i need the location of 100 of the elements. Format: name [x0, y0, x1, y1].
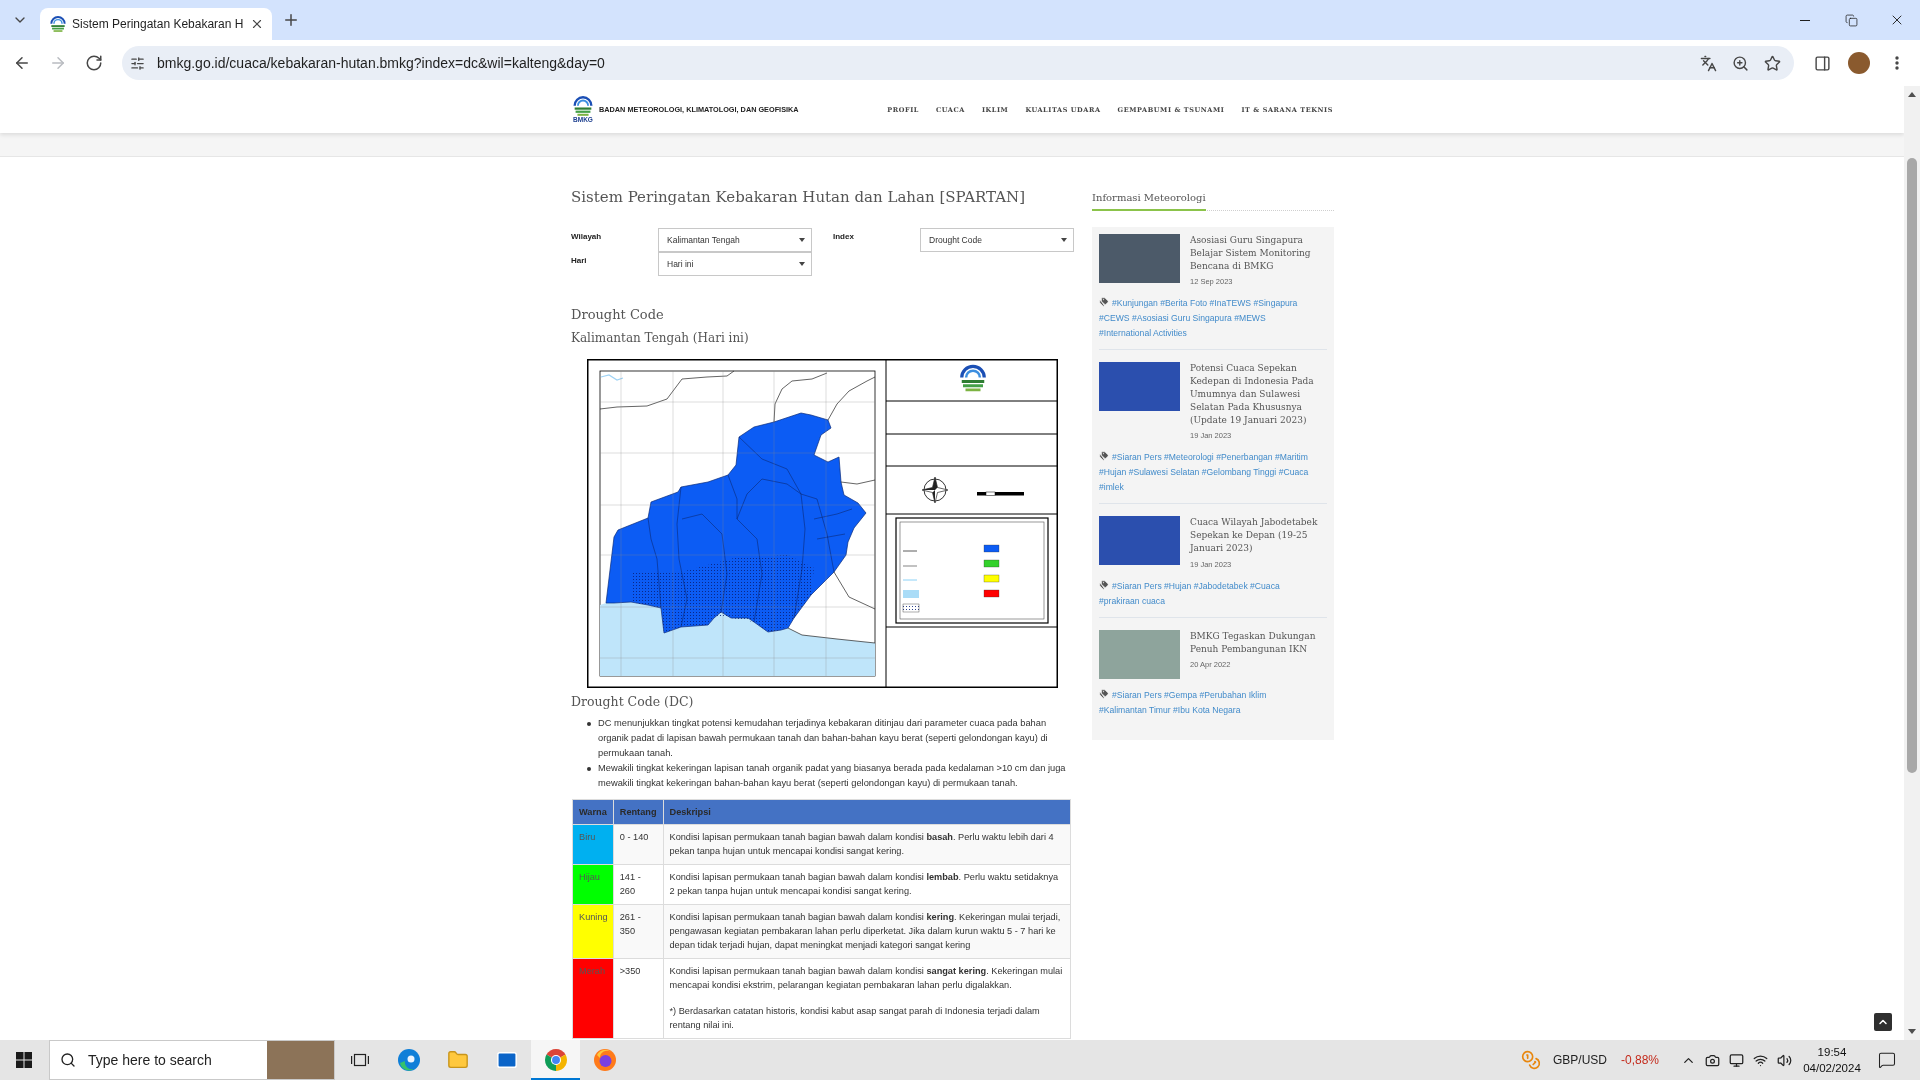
- tag-link[interactable]: #International Activities: [1099, 328, 1187, 339]
- bullet-icon: [587, 722, 591, 726]
- mail-icon: [495, 1049, 518, 1071]
- dropdown-select[interactable]: Kalimantan Tengah: [658, 228, 812, 252]
- volume-icon: [1776, 1052, 1792, 1068]
- article-title-link[interactable]: BMKG Tegaskan Dukungan Penuh Pembangunan IKN: [1190, 629, 1327, 656]
- tag-link[interactable]: #Meteorologi: [1164, 452, 1214, 463]
- bullet-icon: [587, 767, 591, 771]
- coins-icon: [1520, 1050, 1541, 1070]
- color-cell: Kuning: [572, 904, 614, 959]
- tags-icon: [1099, 451, 1109, 462]
- tag-link[interactable]: #MEWS: [1234, 313, 1266, 324]
- address-bar[interactable]: bmkg.go.id/cuaca/kebakaran-hutan.bmkg?index=dc&wil=kalteng&day=0: [122, 46, 1794, 80]
- article-title-link[interactable]: Asosiasi Guru Singapura Belajar Sistem Monitoring Bencana di BMKG: [1190, 234, 1327, 273]
- message-icon: [1878, 1051, 1896, 1069]
- color-cell: Merah: [572, 958, 614, 1039]
- tag-link[interactable]: #Jabodetabek: [1193, 580, 1248, 591]
- logo-icon: [572, 96, 594, 116]
- tag-link[interactable]: #imlek: [1099, 482, 1124, 493]
- windows-logo-icon: [16, 1052, 32, 1068]
- table-cell: >350: [613, 958, 663, 1039]
- color-cell: Hijau: [572, 864, 614, 905]
- tag-link[interactable]: #Gelombang Tinggi: [1201, 467, 1277, 478]
- table-cell: 141 - 260: [613, 864, 663, 905]
- zoom-in-icon: [1731, 54, 1749, 72]
- table-cell: Kondisi lapisan permukaan tanah bagian bawah dalam kondisi kering. Kekeringan mulai terjadi, pengawasan kegiatan pembakaran lahan perlu diperketat. Jika dalam kurun waktu 5 - 7 hari ke depan tidak terjadi hujan, dapat meningkat menjadi kategori sangat kering: [663, 904, 1071, 959]
- photo-placeholder: [267, 1041, 334, 1079]
- tag-link[interactable]: #Ibu Kota Negara: [1173, 704, 1241, 715]
- tags-icon: [1099, 297, 1109, 308]
- section-subtitle: Kalimantan Tengah (Hari ini): [571, 330, 750, 347]
- tag-link[interactable]: #InaTEWS: [1209, 298, 1252, 309]
- bullet-text: DC menunjukkan tingkat potensi kemudahan terjadinya kebakaran ditinjau dari parameter cuaca pada bahan organik padat di lapisan bawah permukaan tanah dan bahan-bahan kayu berat (seperti gelondongan kayu) di permukaan tanah.: [598, 717, 1049, 760]
- scrollbar[interactable]: [1904, 86, 1920, 1040]
- tag-link[interactable]: #prakiraan cuaca: [1099, 595, 1165, 606]
- caret-down-icon: [1061, 238, 1067, 242]
- logo-icon: [50, 16, 66, 32]
- color-cell: Biru: [572, 824, 614, 865]
- browser-tab[interactable]: Sistem Peringatan Kebakaran H: [40, 8, 272, 40]
- tag-link[interactable]: #Penerbangan: [1216, 452, 1273, 463]
- bullet-text: Mewakili tingkat kekeringan lapisan tanah organik padat yang biasanya berada pada kedalaman >10 cm dan juga mewakili tingkat kekeringan bahan-bahan kayu berat (seperti gelondongan kayu) di permukaan tanah.: [598, 762, 1067, 790]
- caret-down-icon: [1908, 1029, 1916, 1034]
- tag-link[interactable]: #Hujan: [1099, 467, 1127, 478]
- dropdown-select[interactable]: Drought Code: [920, 228, 1074, 252]
- tag-link[interactable]: #Hujan: [1164, 580, 1192, 591]
- tag-link[interactable]: #Singapura: [1253, 298, 1298, 309]
- page-title: Sistem Peringatan Kebakaran Hutan dan Lahan [SPARTAN]: [571, 187, 1027, 208]
- search-icon: [60, 1052, 76, 1068]
- tag-link[interactable]: #Siaran Pers: [1112, 580, 1162, 591]
- wifi-icon: [1752, 1052, 1768, 1068]
- sliders-icon: [129, 55, 145, 71]
- table-cell: 261 - 350: [613, 904, 663, 959]
- plus-icon: [282, 11, 300, 29]
- ticker-symbol: GBP/USD: [1552, 1053, 1607, 1067]
- caret-up-icon: [1908, 92, 1916, 97]
- browser-icon: [397, 1049, 420, 1071]
- tags-icon: [1099, 688, 1109, 699]
- tag-link[interactable]: #Cuaca: [1250, 580, 1280, 591]
- tag-link[interactable]: #Gempa: [1164, 689, 1198, 700]
- tag-link[interactable]: #Sulawesi Selatan: [1128, 467, 1200, 478]
- tag-link[interactable]: #Cuaca: [1278, 467, 1309, 478]
- tag-link[interactable]: #Asosiasi Guru Singapura: [1131, 313, 1232, 324]
- browser-icon: [544, 1049, 567, 1071]
- camera-icon: [1704, 1052, 1720, 1068]
- tag-link[interactable]: #Berita Foto: [1160, 298, 1208, 309]
- tag-link[interactable]: #Perubahan Iklim: [1199, 689, 1267, 700]
- tag-link[interactable]: #Siaran Pers: [1112, 689, 1162, 700]
- tag-link[interactable]: #Maritim: [1274, 452, 1308, 463]
- minimize-icon: [1800, 19, 1810, 21]
- back-to-top-button[interactable]: [1874, 1013, 1892, 1031]
- tag-link[interactable]: #Siaran Pers: [1112, 452, 1162, 463]
- article-title-link[interactable]: Cuaca Wilayah Jabodetabek Sepekan ke Depan (19-25 Januari 2023): [1190, 516, 1327, 555]
- table-cell: Kondisi lapisan permukaan tanah bagian bawah dalam kondisi lembab. Perlu waktu setidaknya 2 pekan tanpa hujan untuk mencapai kondisi sangat kering.: [663, 864, 1071, 905]
- table-cell: 0 - 140: [613, 824, 663, 865]
- translate-icon: [1699, 54, 1717, 72]
- sidebar-title: Informasi Meteorologi: [1092, 191, 1206, 211]
- table-cell: Kondisi lapisan permukaan tanah bagian bawah dalam kondisi basah. Perlu waktu lebih dari 4 pekan tanpa hujan untuk mencapai kondisi sangat kering.: [663, 824, 1071, 865]
- browser-icon: [593, 1049, 616, 1071]
- ticker-change: -0,88%: [1620, 1053, 1659, 1067]
- reload-icon: [85, 54, 103, 72]
- dropdown-select[interactable]: Hari ini: [658, 252, 812, 276]
- filter-label: Wilayah: [571, 231, 603, 242]
- column-header: Rentang: [613, 799, 663, 825]
- scrollbar-thumb[interactable]: [1907, 158, 1917, 773]
- star-icon: [1763, 54, 1781, 72]
- caret-down-icon: [799, 262, 805, 266]
- article-title-link[interactable]: Potensi Cuaca Sepekan Kedepan di Indonesia Pada Umumnya dan Sulawesi Selatan Pada Khususnya (Update 19 Januari 2023): [1190, 362, 1327, 427]
- caret-down-icon: [799, 238, 805, 242]
- tags-icon: [1099, 579, 1109, 590]
- profile-avatar[interactable]: [1848, 52, 1870, 74]
- taskbar-clock[interactable]: 19:54 04/02/2024: [1800, 1040, 1864, 1080]
- section-title: Drought Code: [571, 306, 665, 324]
- menu-icon: [1895, 56, 1899, 70]
- info-title: Drought Code (DC): [571, 693, 695, 711]
- tag-link[interactable]: #Kalimantan Timur: [1099, 704, 1171, 715]
- column-header: Warna: [572, 799, 614, 825]
- tag-link[interactable]: #CEWS: [1099, 313, 1130, 324]
- tag-link[interactable]: #Kunjungan: [1112, 298, 1158, 309]
- column-header: Deskripsi: [663, 799, 1071, 825]
- filter-label: Hari: [571, 255, 588, 266]
- filter-label: Index: [833, 231, 855, 242]
